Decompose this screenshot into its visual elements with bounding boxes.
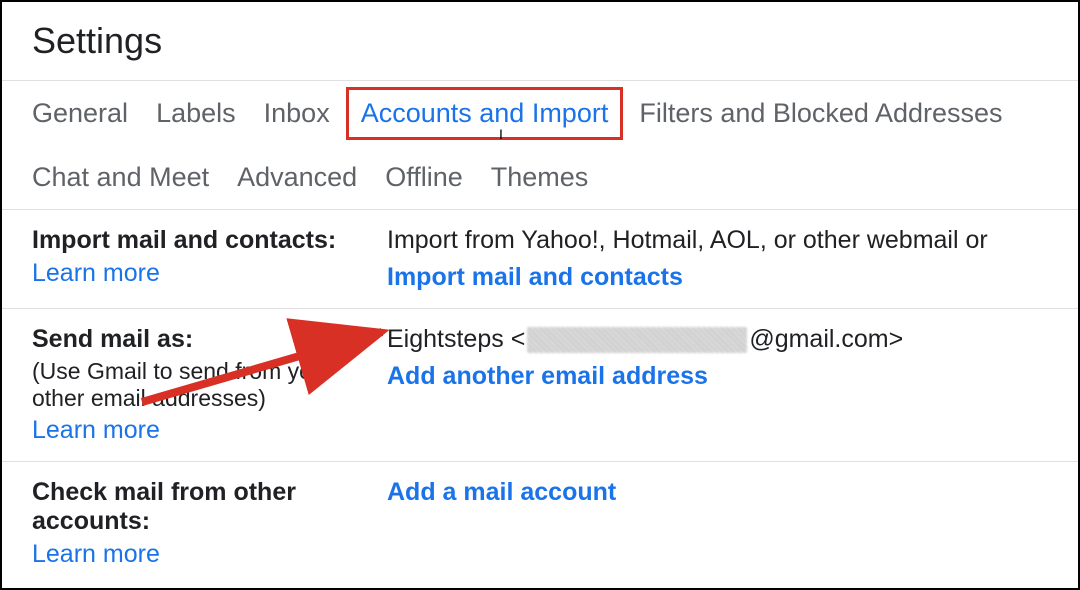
- page-title: Settings: [2, 2, 1078, 80]
- section-check-mail: Check mail from other accounts: Learn mo…: [2, 462, 1078, 585]
- section-import-right: Import from Yahoo!, Hotmail, AOL, or oth…: [387, 226, 1078, 292]
- send-as-email-prefix: <: [511, 325, 526, 354]
- send-as-email-suffix: @gmail.com>: [749, 325, 903, 354]
- settings-body: Import mail and contacts: Learn more Imp…: [2, 210, 1078, 585]
- import-description: Import from Yahoo!, Hotmail, AOL, or oth…: [387, 226, 1078, 255]
- tab-general[interactable]: General: [32, 82, 128, 145]
- tabs-row-1: General Labels Inbox Accounts and Import…: [32, 81, 1048, 146]
- section-import: Import mail and contacts: Learn more Imp…: [2, 210, 1078, 309]
- section-check-mail-right: Add a mail account: [387, 478, 1078, 569]
- tab-themes[interactable]: Themes: [491, 146, 589, 209]
- send-as-label: Send mail as:: [32, 325, 387, 354]
- section-send-as: Send mail as: (Use Gmail to send from yo…: [2, 309, 1078, 462]
- check-mail-learn-more-link[interactable]: Learn more: [32, 540, 160, 569]
- send-as-name: Eightsteps: [387, 325, 504, 354]
- add-mail-account-link[interactable]: Add a mail account: [387, 478, 616, 507]
- section-check-mail-left: Check mail from other accounts: Learn mo…: [32, 478, 387, 569]
- tab-offline[interactable]: Offline: [385, 146, 463, 209]
- send-as-learn-more-link[interactable]: Learn more: [32, 416, 160, 445]
- check-mail-label: Check mail from other accounts:: [32, 478, 387, 536]
- send-as-sub: (Use Gmail to send from your other email…: [32, 358, 387, 412]
- section-import-left: Import mail and contacts: Learn more: [32, 226, 387, 292]
- tab-chat-meet[interactable]: Chat and Meet: [32, 146, 209, 209]
- tab-filters-blocked[interactable]: Filters and Blocked Addresses: [639, 82, 1002, 145]
- tab-advanced[interactable]: Advanced: [237, 146, 357, 209]
- tabs-nav: General Labels Inbox Accounts and Import…: [2, 80, 1078, 210]
- redacted-email: [527, 327, 747, 353]
- import-learn-more-link[interactable]: Learn more: [32, 259, 160, 288]
- import-label: Import mail and contacts:: [32, 226, 387, 255]
- import-action-link[interactable]: Import mail and contacts: [387, 263, 683, 292]
- tab-inbox[interactable]: Inbox: [264, 82, 330, 145]
- tabs-row-2: Chat and Meet Advanced Offline Themes: [32, 146, 1048, 209]
- section-send-as-right: Eightsteps < @gmail.com> Add another ema…: [387, 325, 1078, 445]
- send-as-email: Eightsteps < @gmail.com>: [387, 325, 1078, 354]
- tab-accounts-import[interactable]: Accounts and Import: [346, 87, 624, 140]
- add-email-link[interactable]: Add another email address: [387, 362, 708, 391]
- tab-labels[interactable]: Labels: [156, 82, 236, 145]
- section-send-as-left: Send mail as: (Use Gmail to send from yo…: [32, 325, 387, 445]
